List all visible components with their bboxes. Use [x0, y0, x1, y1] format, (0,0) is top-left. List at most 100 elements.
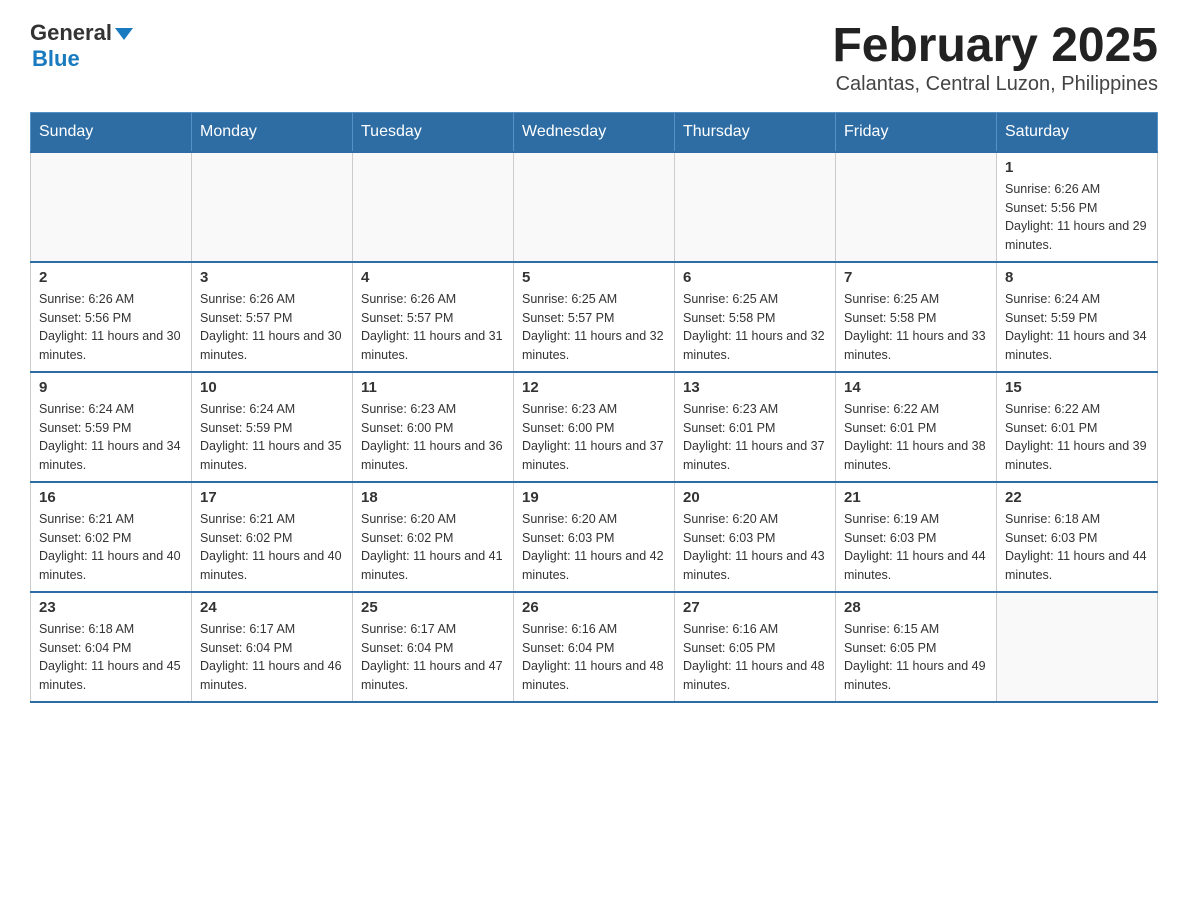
- day-number: 14: [844, 379, 988, 396]
- header-monday: Monday: [192, 112, 353, 152]
- day-number: 17: [200, 489, 344, 506]
- day-info: Sunrise: 6:17 AMSunset: 6:04 PMDaylight:…: [200, 620, 344, 695]
- day-number: 18: [361, 489, 505, 506]
- day-cell-w2-d1: 10 Sunrise: 6:24 AMSunset: 5:59 PMDayligh…: [192, 372, 353, 482]
- day-info: Sunrise: 6:25 AMSunset: 5:57 PMDaylight:…: [522, 290, 666, 365]
- day-cell-w3-d5: 21 Sunrise: 6:19 AMSunset: 6:03 PMDayligh…: [836, 482, 997, 592]
- day-cell-w3-d3: 19 Sunrise: 6:20 AMSunset: 6:03 PMDayligh…: [514, 482, 675, 592]
- day-number: 12: [522, 379, 666, 396]
- day-info: Sunrise: 6:20 AMSunset: 6:02 PMDaylight:…: [361, 510, 505, 585]
- header-sunday: Sunday: [31, 112, 192, 152]
- day-info: Sunrise: 6:26 AMSunset: 5:57 PMDaylight:…: [361, 290, 505, 365]
- day-info: Sunrise: 6:16 AMSunset: 6:04 PMDaylight:…: [522, 620, 666, 695]
- day-cell-w0-d4: [675, 152, 836, 262]
- day-cell-w4-d5: 28 Sunrise: 6:15 AMSunset: 6:05 PMDayligh…: [836, 592, 997, 702]
- day-number: 16: [39, 489, 183, 506]
- calendar-table: Sunday Monday Tuesday Wednesday Thursday…: [30, 112, 1158, 703]
- title-section: February 2025 Calantas, Central Luzon, P…: [832, 20, 1158, 96]
- day-number: 13: [683, 379, 827, 396]
- logo-arrow-icon: [115, 28, 133, 40]
- day-cell-w4-d0: 23Sunrise: 6:18 AMSunset: 6:04 PMDayligh…: [31, 592, 192, 702]
- day-info: Sunrise: 6:24 AMSunset: 5:59 PMDaylight:…: [39, 400, 183, 475]
- day-number: 11: [361, 379, 505, 396]
- day-info: Sunrise: 6:23 AMSunset: 6:00 PMDaylight:…: [522, 400, 666, 475]
- day-cell-w1-d6: 8 Sunrise: 6:24 AMSunset: 5:59 PMDaylight…: [997, 262, 1158, 372]
- day-number: 19: [522, 489, 666, 506]
- day-info: Sunrise: 6:22 AMSunset: 6:01 PMDaylight:…: [1005, 400, 1149, 475]
- day-info: Sunrise: 6:24 AMSunset: 5:59 PMDaylight:…: [1005, 290, 1149, 365]
- day-cell-w3-d0: 16Sunrise: 6:21 AMSunset: 6:02 PMDayligh…: [31, 482, 192, 592]
- week-row-3: 16 Sunrise: 6:21 AMSunset: 6:02 PMDayligh…: [31, 482, 1158, 592]
- day-cell-w4-d3: 26 Sunrise: 6:16 AMSunset: 6:04 PMDayligh…: [514, 592, 675, 702]
- calendar-subtitle: Calantas, Central Luzon, Philippines: [832, 73, 1158, 96]
- calendar-title: February 2025: [832, 20, 1158, 73]
- day-number: 20: [683, 489, 827, 506]
- day-info: Sunrise: 6:26 AMSunset: 5:56 PMDaylight:…: [39, 290, 183, 365]
- header-friday: Friday: [836, 112, 997, 152]
- header-wednesday: Wednesday: [514, 112, 675, 152]
- day-number: 26: [522, 599, 666, 616]
- day-info: Sunrise: 6:26 AMSunset: 5:57 PMDaylight:…: [200, 290, 344, 365]
- day-number: 27: [683, 599, 827, 616]
- day-cell-w0-d5: [836, 152, 997, 262]
- day-info: Sunrise: 6:21 AMSunset: 6:02 PMDaylight:…: [200, 510, 344, 585]
- header-thursday: Thursday: [675, 112, 836, 152]
- day-info: Sunrise: 6:25 AMSunset: 5:58 PMDaylight:…: [844, 290, 988, 365]
- header-saturday: Saturday: [997, 112, 1158, 152]
- day-number: 23: [39, 599, 183, 616]
- day-cell-w0-d1: [192, 152, 353, 262]
- day-info: Sunrise: 6:16 AMSunset: 6:05 PMDaylight:…: [683, 620, 827, 695]
- week-row-0: 1 Sunrise: 6:26 AMSunset: 5:56 PMDaylight…: [31, 152, 1158, 262]
- day-info: Sunrise: 6:22 AMSunset: 6:01 PMDaylight:…: [844, 400, 988, 475]
- day-number: 8: [1005, 269, 1149, 286]
- day-number: 10: [200, 379, 344, 396]
- day-number: 25: [361, 599, 505, 616]
- day-number: 7: [844, 269, 988, 286]
- day-cell-w1-d2: 4Sunrise: 6:26 AMSunset: 5:57 PMDaylight…: [353, 262, 514, 372]
- day-cell-w2-d5: 14 Sunrise: 6:22 AMSunset: 6:01 PMDayligh…: [836, 372, 997, 482]
- day-cell-w2-d3: 12 Sunrise: 6:23 AMSunset: 6:00 PMDayligh…: [514, 372, 675, 482]
- header-tuesday: Tuesday: [353, 112, 514, 152]
- day-number: 21: [844, 489, 988, 506]
- day-info: Sunrise: 6:15 AMSunset: 6:05 PMDaylight:…: [844, 620, 988, 695]
- day-number: 28: [844, 599, 988, 616]
- week-row-2: 9 Sunrise: 6:24 AMSunset: 5:59 PMDaylight…: [31, 372, 1158, 482]
- day-cell-w0-d2: [353, 152, 514, 262]
- day-info: Sunrise: 6:18 AMSunset: 6:03 PMDaylight:…: [1005, 510, 1149, 585]
- day-info: Sunrise: 6:23 AMSunset: 6:00 PMDaylight:…: [361, 400, 505, 475]
- day-info: Sunrise: 6:24 AMSunset: 5:59 PMDaylight:…: [200, 400, 344, 475]
- day-info: Sunrise: 6:17 AMSunset: 6:04 PMDaylight:…: [361, 620, 505, 695]
- day-cell-w2-d6: 15 Sunrise: 6:22 AMSunset: 6:01 PMDayligh…: [997, 372, 1158, 482]
- week-row-4: 23Sunrise: 6:18 AMSunset: 6:04 PMDayligh…: [31, 592, 1158, 702]
- day-cell-w4-d6: [997, 592, 1158, 702]
- day-cell-w3-d2: 18 Sunrise: 6:20 AMSunset: 6:02 PMDayligh…: [353, 482, 514, 592]
- day-number: 9: [39, 379, 183, 396]
- day-cell-w3-d1: 17 Sunrise: 6:21 AMSunset: 6:02 PMDayligh…: [192, 482, 353, 592]
- day-number: 3: [200, 269, 344, 286]
- logo-blue-text: Blue: [32, 46, 80, 72]
- page-header: General Blue February 2025 Calantas, Cen…: [30, 20, 1158, 96]
- day-info: Sunrise: 6:20 AMSunset: 6:03 PMDaylight:…: [522, 510, 666, 585]
- day-cell-w0-d6: 1 Sunrise: 6:26 AMSunset: 5:56 PMDaylight…: [997, 152, 1158, 262]
- day-cell-w2-d4: 13 Sunrise: 6:23 AMSunset: 6:01 PMDayligh…: [675, 372, 836, 482]
- day-cell-w1-d3: 5Sunrise: 6:25 AMSunset: 5:57 PMDaylight…: [514, 262, 675, 372]
- day-info: Sunrise: 6:23 AMSunset: 6:01 PMDaylight:…: [683, 400, 827, 475]
- day-cell-w3-d6: 22 Sunrise: 6:18 AMSunset: 6:03 PMDayligh…: [997, 482, 1158, 592]
- day-cell-w0-d0: [31, 152, 192, 262]
- day-cell-w1-d4: 6Sunrise: 6:25 AMSunset: 5:58 PMDaylight…: [675, 262, 836, 372]
- day-number: 2: [39, 269, 183, 286]
- day-cell-w1-d0: 2 Sunrise: 6:26 AMSunset: 5:56 PMDaylight…: [31, 262, 192, 372]
- day-cell-w4-d2: 25 Sunrise: 6:17 AMSunset: 6:04 PMDayligh…: [353, 592, 514, 702]
- day-number: 22: [1005, 489, 1149, 506]
- day-cell-w0-d3: [514, 152, 675, 262]
- day-number: 1: [1005, 159, 1149, 176]
- day-cell-w2-d0: 9 Sunrise: 6:24 AMSunset: 5:59 PMDaylight…: [31, 372, 192, 482]
- day-number: 24: [200, 599, 344, 616]
- day-cell-w1-d5: 7 Sunrise: 6:25 AMSunset: 5:58 PMDaylight…: [836, 262, 997, 372]
- calendar-header-row: Sunday Monday Tuesday Wednesday Thursday…: [31, 112, 1158, 152]
- day-cell-w2-d2: 11 Sunrise: 6:23 AMSunset: 6:00 PMDayligh…: [353, 372, 514, 482]
- day-number: 15: [1005, 379, 1149, 396]
- day-info: Sunrise: 6:19 AMSunset: 6:03 PMDaylight:…: [844, 510, 988, 585]
- day-info: Sunrise: 6:26 AMSunset: 5:56 PMDaylight:…: [1005, 180, 1149, 255]
- day-info: Sunrise: 6:25 AMSunset: 5:58 PMDaylight:…: [683, 290, 827, 365]
